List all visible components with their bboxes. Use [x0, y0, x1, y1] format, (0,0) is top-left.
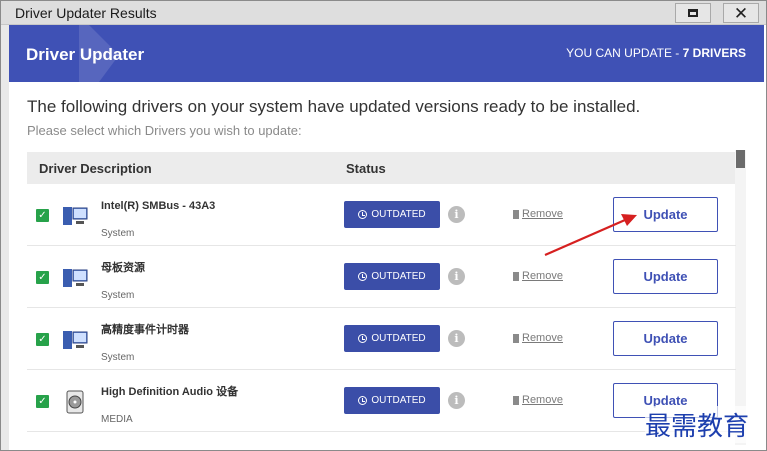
remove-label: Remove	[522, 332, 563, 344]
clock-icon	[358, 210, 368, 219]
driver-checkbox[interactable]: ✓	[36, 209, 49, 222]
trash-icon	[513, 333, 519, 343]
close-icon: ✕	[733, 3, 749, 23]
trash-icon	[513, 271, 519, 281]
app-brand: Driver Updater	[26, 45, 145, 64]
page-subheading: Please select which Drivers you wish to …	[27, 123, 302, 138]
maximize-icon	[688, 9, 698, 17]
remove-label: Remove	[522, 394, 563, 406]
media-device-icon	[66, 390, 84, 414]
info-icon[interactable]: i	[448, 330, 465, 347]
title-bar: Driver Updater Results ✕	[1, 1, 766, 25]
update-count-prefix: YOU CAN UPDATE -	[566, 46, 683, 60]
remove-link[interactable]: Remove	[513, 394, 563, 406]
driver-checkbox[interactable]: ✓	[36, 395, 49, 408]
driver-checkbox[interactable]: ✓	[36, 333, 49, 346]
status-label: OUTDATED	[371, 395, 426, 406]
driver-name: 高精度事件计时器	[101, 324, 189, 336]
clock-icon	[358, 396, 368, 405]
remove-link[interactable]: Remove	[513, 270, 563, 282]
scrollbar-thumb[interactable]	[736, 150, 745, 168]
driver-updater-window: Driver Updater Results ✕ Driver Updater …	[0, 0, 767, 451]
status-badge[interactable]: OUTDATED	[344, 263, 440, 290]
driver-name: Intel(R) SMBus - 43A3	[101, 200, 216, 212]
driver-checkbox[interactable]: ✓	[36, 271, 49, 284]
driver-row: ✓ High Definition Audio 设备 MEDIA OUTDATE…	[27, 370, 736, 432]
status-label: OUTDATED	[371, 209, 426, 220]
left-border	[1, 25, 9, 450]
table-header: Driver Description Status	[27, 152, 736, 184]
status-badge[interactable]: OUTDATED	[344, 387, 440, 414]
maximize-button[interactable]	[675, 3, 711, 23]
update-count-number: 7 DRIVERS	[682, 46, 746, 60]
info-icon[interactable]: i	[448, 206, 465, 223]
trash-icon	[513, 209, 519, 219]
remove-label: Remove	[522, 270, 563, 282]
remove-link[interactable]: Remove	[513, 332, 563, 344]
red-arrow-annotation	[544, 214, 637, 257]
header-banner: Driver Updater YOU CAN UPDATE - 7 DRIVER…	[9, 25, 764, 82]
system-device-icon	[63, 269, 88, 287]
update-button[interactable]: Update	[613, 321, 718, 356]
update-button[interactable]: Update	[613, 259, 718, 294]
status-badge[interactable]: OUTDATED	[344, 325, 440, 352]
info-icon[interactable]: i	[448, 392, 465, 409]
window-title: Driver Updater Results	[15, 5, 157, 21]
page-heading: The following drivers on your system hav…	[27, 97, 641, 116]
clock-icon	[358, 334, 368, 343]
driver-category: System	[101, 228, 135, 239]
driver-name: High Definition Audio 设备	[101, 386, 239, 398]
system-device-icon	[63, 207, 88, 225]
driver-category: System	[101, 290, 135, 301]
driver-name: 母板资源	[101, 262, 145, 274]
watermark-text: 最需教育	[645, 406, 750, 443]
info-icon[interactable]: i	[448, 268, 465, 285]
scrollbar-track[interactable]	[735, 150, 746, 445]
update-count-text: YOU CAN UPDATE - 7 DRIVERS	[566, 46, 746, 60]
driver-category: MEDIA	[101, 414, 133, 425]
close-button[interactable]: ✕	[723, 3, 759, 23]
column-header-description: Driver Description	[39, 161, 152, 176]
status-label: OUTDATED	[371, 333, 426, 344]
system-device-icon	[63, 331, 88, 349]
column-header-status: Status	[346, 161, 386, 176]
status-label: OUTDATED	[371, 271, 426, 282]
driver-category: System	[101, 352, 135, 363]
status-badge[interactable]: OUTDATED	[344, 201, 440, 228]
trash-icon	[513, 395, 519, 405]
driver-row: ✓ 高精度事件计时器 System OUTDATED i Remove Upda…	[27, 308, 736, 370]
clock-icon	[358, 272, 368, 281]
